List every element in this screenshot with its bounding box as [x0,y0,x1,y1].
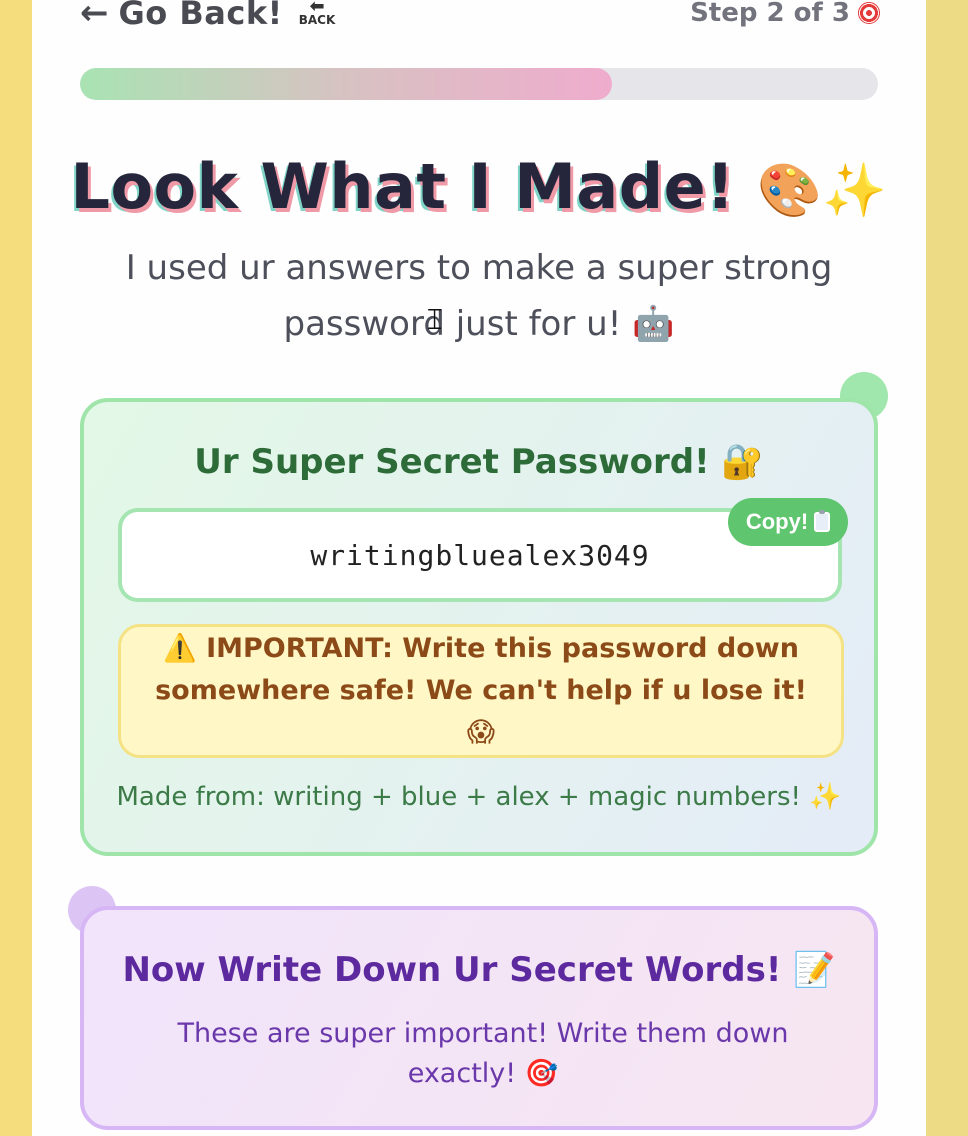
warning-text: IMPORTANT: Write this password down some… [155,633,807,748]
password-card: Ur Super Secret Password! 🔐 writingbluea… [80,398,878,856]
progress-fill [80,68,613,100]
page-subtitle: I used ur answers to make a super strong… [125,248,833,344]
back-emoji-icon: ⬅ BACK [298,0,336,27]
back-emoji-text: BACK [298,13,336,27]
copy-label: Copy! [745,509,809,534]
secret-words-subtitle: These are super important! Write them do… [177,1018,789,1089]
step-text: Step 2 of 3 [690,0,850,28]
back-label: Go Back! [118,0,283,32]
go-back-button[interactable]: ← Go Back! ⬅ BACK [80,0,335,33]
warning-icon: ⚠️ [163,633,197,664]
password-card-title: Ur Super Secret Password! 🔐 [194,442,764,482]
back-arrow-icon: ← [80,0,109,33]
password-source-note: Made from: writing + blue + alex + magic… [116,782,842,812]
warning-box: ⚠️ IMPORTANT: Write this password down s… [118,624,844,758]
progress-bar [80,68,878,100]
target-icon [858,2,880,24]
step-indicator: Step 2 of 3 [690,0,880,28]
password-value[interactable]: writingbluealex3049 [310,539,649,572]
text-cursor-icon: 𝙸 [424,302,446,337]
page-title-text: Look What I Made! [70,150,735,223]
background-strip [924,0,968,1136]
copy-button[interactable]: Copy! [728,498,848,546]
secret-words-card: Now Write Down Ur Secret Words! 📝 These … [80,906,878,1130]
page-title: Look What I Made! 🎨✨ [32,150,926,223]
main-panel: ← Go Back! ⬅ BACK Step 2 of 3 Look What … [32,0,926,1136]
secret-words-title: Now Write Down Ur Secret Words! 📝 [122,950,836,990]
top-nav: ← Go Back! ⬅ BACK Step 2 of 3 [80,0,880,36]
palette-sparkles-icon: 🎨✨ [757,161,888,221]
clipboard-icon [814,510,831,532]
